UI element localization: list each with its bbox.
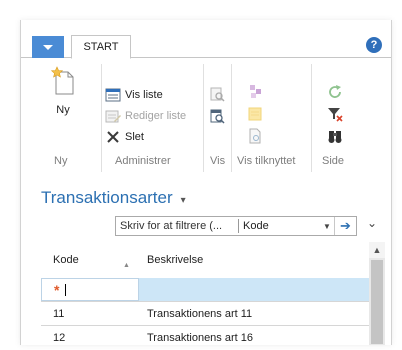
list-view-icon: [105, 87, 121, 103]
scroll-thumb[interactable]: [371, 260, 383, 344]
sort-ascending-icon: ▲: [123, 262, 130, 269]
scroll-up-icon[interactable]: ▲: [369, 242, 385, 258]
related-pages-icon[interactable]: [247, 84, 263, 100]
new-record-star-icon: *: [54, 281, 60, 298]
clear-filter-icon[interactable]: [327, 106, 343, 122]
grid-header: Kode ▲ Beskrivelse: [41, 242, 369, 278]
delete-label: Slet: [125, 131, 144, 143]
column-header-kode[interactable]: Kode: [53, 254, 79, 266]
tab-start[interactable]: START: [71, 35, 131, 59]
group-label-vis: Vis: [210, 155, 226, 167]
ribbon-divider: [231, 64, 232, 172]
ribbon: Ny Ny Vis liste Rediger liste Slet Admin…: [21, 58, 391, 176]
group-label-side: Side: [322, 155, 345, 167]
note-icon[interactable]: [247, 106, 263, 122]
vertical-scrollbar[interactable]: ▲: [369, 242, 385, 345]
group-label-vis-tilknyttet: Vis tilknyttet: [237, 155, 296, 167]
table-row[interactable]: 12 Transaktionens art 16: [41, 326, 369, 345]
group-label-ny: Ny: [54, 155, 68, 167]
help-icon[interactable]: ?: [366, 37, 382, 53]
beskrivelse-cell[interactable]: Transaktionens art 16: [147, 326, 253, 345]
kode-cell[interactable]: 12: [41, 326, 139, 345]
new-row-kode-cell[interactable]: *: [41, 278, 139, 301]
ribbon-tab-strip: START ?: [21, 20, 391, 59]
ribbon-divider: [203, 64, 204, 172]
edit-list-label: Rediger liste: [125, 110, 187, 122]
find-binoculars-icon[interactable]: [327, 128, 343, 144]
table-row[interactable]: 11 Transaktionens art 11: [41, 302, 369, 326]
edit-list-icon: [105, 108, 121, 124]
preview-icon[interactable]: [209, 86, 225, 102]
beskrivelse-cell[interactable]: Transaktionens art 11: [147, 302, 252, 325]
refresh-icon[interactable]: [327, 84, 343, 100]
filter-input[interactable]: Skriv for at filtrere (...: [116, 220, 238, 232]
delete-x-icon: [105, 129, 121, 145]
ribbon-divider: [311, 64, 312, 172]
data-grid: Kode ▲ Beskrivelse * 11 Transaktionens a…: [41, 242, 369, 345]
chevron-down-icon[interactable]: ▾: [181, 195, 186, 206]
page-title[interactable]: Transaktionsarter ▾: [41, 188, 186, 208]
attachment-icon[interactable]: [247, 128, 263, 144]
collapse-chevron-icon[interactable]: ⌄: [367, 216, 377, 230]
edit-list-button[interactable]: Rediger liste: [105, 107, 186, 125]
preview-list-icon[interactable]: [209, 108, 225, 124]
text-cursor: [65, 283, 67, 296]
new-row[interactable]: *: [41, 278, 369, 302]
delete-button[interactable]: Slet: [105, 128, 144, 146]
filter-bar: Skriv for at filtrere (... Kode ▼ ➔: [115, 216, 357, 236]
application-window: START ? Ny Ny Vis liste Rediger liste Sl…: [20, 20, 392, 345]
kode-cell[interactable]: 11: [41, 302, 139, 325]
new-button[interactable]: Ny: [43, 66, 83, 130]
new-document-icon: [50, 66, 76, 96]
view-list-label: Vis liste: [125, 89, 163, 101]
dropdown-arrow-icon[interactable]: ▼: [320, 222, 334, 231]
chevron-down-icon: [43, 44, 53, 50]
filter-field-select[interactable]: Kode: [239, 220, 320, 232]
column-header-beskrivelse[interactable]: Beskrivelse: [147, 254, 203, 266]
group-label-administrer: Administrer: [115, 155, 171, 167]
apply-filter-arrow-icon[interactable]: ➔: [334, 217, 356, 235]
ribbon-divider: [101, 64, 102, 172]
page-title-text: Transaktionsarter: [41, 188, 173, 207]
application-menu-button[interactable]: [32, 36, 64, 58]
new-button-label: Ny: [56, 104, 70, 116]
view-list-button[interactable]: Vis liste: [105, 86, 163, 104]
